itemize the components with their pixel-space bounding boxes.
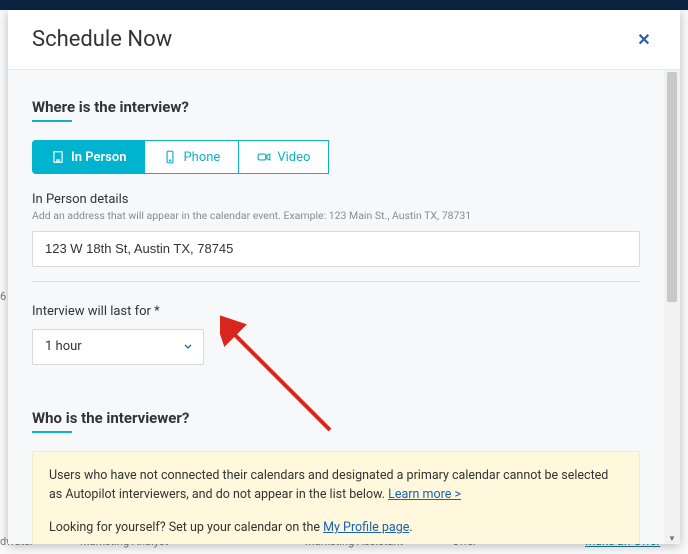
duration-select-wrap: 1 hour	[32, 329, 204, 365]
video-icon	[257, 150, 271, 164]
modal-body[interactable]: Where is the interview? In Person Phone …	[8, 70, 664, 544]
in-person-details-hint: Add an address that will appear in the c…	[32, 209, 640, 223]
scrollbar[interactable]: ▲ ▼	[664, 70, 680, 544]
tab-in-person[interactable]: In Person	[32, 140, 145, 174]
calendar-warning-box: Users who have not connected their calen…	[32, 451, 640, 544]
duration-value: 1 hour	[45, 339, 82, 354]
tab-video[interactable]: Video	[239, 140, 329, 174]
warning-line2b: .	[409, 520, 412, 535]
where-section: Where is the interview? In Person Phone …	[32, 98, 640, 365]
tab-video-label: Video	[277, 150, 310, 165]
duration-label: Interview will last for *	[32, 304, 640, 319]
warning-line1a: Users who have not connected their calen…	[49, 468, 608, 502]
modal-header: Schedule Now ✕	[8, 10, 680, 70]
close-button[interactable]: ✕	[632, 28, 656, 52]
tab-phone-label: Phone	[183, 150, 220, 165]
interview-type-tabs: In Person Phone Video	[32, 140, 640, 174]
address-input[interactable]	[32, 231, 640, 267]
my-profile-link[interactable]: My Profile page	[323, 520, 409, 535]
schedule-now-modal: Schedule Now ✕ Where is the interview? I…	[8, 10, 680, 544]
title-underline	[32, 120, 72, 122]
warning-line2a: Looking for yourself? Set up your calend…	[49, 520, 323, 535]
learn-more-link[interactable]: Learn more >	[388, 487, 461, 502]
duration-select[interactable]: 1 hour	[32, 329, 204, 365]
divider	[32, 281, 640, 282]
who-section: Who is the interviewer? Users who have n…	[32, 409, 640, 544]
who-title: Who is the interviewer?	[32, 409, 640, 427]
modal-title: Schedule Now	[32, 27, 172, 52]
title-underline	[32, 431, 72, 433]
scrollbar-thumb[interactable]	[667, 72, 677, 302]
tab-phone[interactable]: Phone	[145, 140, 239, 174]
where-title: Where is the interview?	[32, 98, 640, 116]
tab-in-person-label: In Person	[71, 150, 126, 165]
modal-body-wrapper: Where is the interview? In Person Phone …	[8, 70, 680, 544]
warning-text-1: Users who have not connected their calen…	[49, 466, 623, 505]
in-person-details-label: In Person details	[32, 192, 640, 207]
phone-icon	[163, 150, 177, 164]
scroll-down-icon[interactable]: ▼	[666, 532, 678, 544]
warning-text-2: Looking for yourself? Set up your calend…	[49, 518, 623, 537]
close-icon: ✕	[637, 30, 650, 49]
building-icon	[51, 150, 65, 164]
